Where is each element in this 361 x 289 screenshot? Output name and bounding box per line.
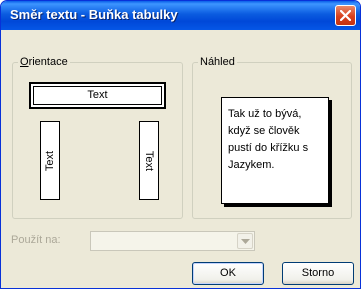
close-button[interactable] [335,5,356,26]
orientation-option-vertical-up[interactable]: Text [40,121,60,200]
chevron-down-icon [241,239,250,244]
orientation-option-label: Text [44,150,56,171]
orientation-option-label: Text [143,150,155,171]
close-icon [340,10,351,21]
preview-group: Náhled Tak už to bývá, když se člověk pu… [192,56,352,219]
ok-button[interactable]: OK [192,262,264,285]
window-title: Směr textu - Buňka tabulky [10,7,178,22]
dialog-window: Směr textu - Buňka tabulky Orientace Tex… [0,0,361,289]
orientation-option-horizontal[interactable]: Text [29,82,166,109]
apply-to-dropdown-button[interactable] [237,233,253,249]
orientation-group-label: Orientace [18,56,70,69]
cancel-button[interactable]: Storno [282,262,354,285]
preview-line: pustí do křížku s [228,142,309,154]
preview-group-label: Náhled [198,56,237,69]
preview-line: když se člověk [228,125,300,137]
orientation-option-label: Text [87,89,108,101]
orientation-group: Orientace Text Text Text [12,56,183,219]
apply-to-select[interactable] [90,231,255,251]
preview-text-card: Tak už to bývá, když se člověk pustí do … [221,97,329,204]
title-bar[interactable]: Směr textu - Buňka tabulky [1,1,360,30]
orientation-option-vertical-down[interactable]: Text [139,121,159,200]
preview-line: Tak už to bývá, [228,108,302,120]
preview-line: Jazykem. [228,159,275,171]
apply-to-label: Použít na: [11,234,61,246]
